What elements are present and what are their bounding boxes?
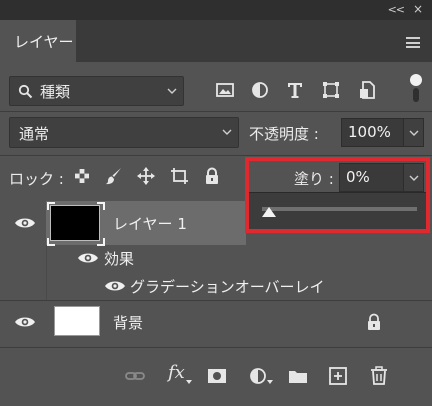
visibility-eye-icon[interactable] <box>14 216 36 230</box>
trash-icon[interactable] <box>368 366 390 386</box>
layer-mask-icon[interactable] <box>206 366 228 386</box>
layers-list-guide <box>46 245 47 300</box>
lock-position-icon[interactable] <box>136 166 156 186</box>
blend-mode-value: 通常 <box>19 125 50 143</box>
highlight-box <box>245 157 430 233</box>
lock-label: ロック : <box>9 170 64 188</box>
adjustment-filter-icon[interactable] <box>250 80 270 100</box>
shape-filter-icon[interactable] <box>321 80 341 100</box>
opacity-dropdown-button[interactable] <box>403 118 424 147</box>
divider <box>0 111 432 112</box>
chevron-down-icon <box>409 130 419 136</box>
lock-image-pixels-icon[interactable] <box>104 166 124 186</box>
effect-name[interactable]: グラデーションオーバーレイ <box>130 276 325 297</box>
visibility-eye-icon[interactable] <box>77 251 99 265</box>
visibility-eye-icon[interactable] <box>104 279 126 293</box>
layer-name[interactable]: レイヤー 1 <box>113 213 187 234</box>
selection-corner <box>97 238 105 246</box>
search-icon <box>18 84 33 99</box>
close-panel-button[interactable]: × <box>413 2 423 16</box>
tab-layers-label: レイヤー <box>14 33 74 51</box>
effects-label: 効果 <box>104 250 135 268</box>
new-layer-icon[interactable] <box>327 366 349 386</box>
lock-all-icon[interactable] <box>202 166 222 186</box>
lock-artboard-icon[interactable] <box>169 166 189 186</box>
divider <box>0 300 432 301</box>
background-thumbnail <box>54 306 100 336</box>
chevron-down-icon <box>167 88 177 94</box>
fx-icon[interactable]: fx <box>168 362 185 383</box>
toggle-track <box>413 88 419 102</box>
divider <box>0 155 432 156</box>
visibility-eye-icon[interactable] <box>14 315 36 329</box>
lock-transparent-pixels-icon[interactable] <box>72 166 92 186</box>
dropdown-triangle-icon <box>267 380 273 384</box>
toggle-knob <box>410 74 422 86</box>
lock-icon <box>368 313 380 330</box>
selection-corner <box>97 202 105 210</box>
selection-corner <box>47 238 55 246</box>
filter-kind-label: 種類 <box>40 83 71 101</box>
group-folder-icon[interactable] <box>287 366 309 386</box>
link-layers-icon[interactable] <box>124 366 146 386</box>
opacity-label: 不透明度 : <box>249 125 319 143</box>
hamburger-menu-icon[interactable] <box>406 37 420 48</box>
opacity-value: 100% <box>348 123 391 141</box>
selection-corner <box>47 202 55 210</box>
chevron-down-icon <box>222 129 232 135</box>
panel-titlebar <box>0 0 432 20</box>
collapse-panel-button[interactable]: << <box>388 3 405 16</box>
layer-name[interactable]: 背景 <box>113 312 143 333</box>
smart-object-filter-icon[interactable] <box>358 80 378 100</box>
type-filter-icon[interactable] <box>285 80 305 100</box>
image-filter-icon[interactable] <box>215 80 235 100</box>
filter-kind-select[interactable] <box>9 76 184 106</box>
layer-thumbnail <box>50 205 100 241</box>
dropdown-triangle-icon <box>186 380 192 384</box>
filter-toggle[interactable] <box>410 74 422 102</box>
